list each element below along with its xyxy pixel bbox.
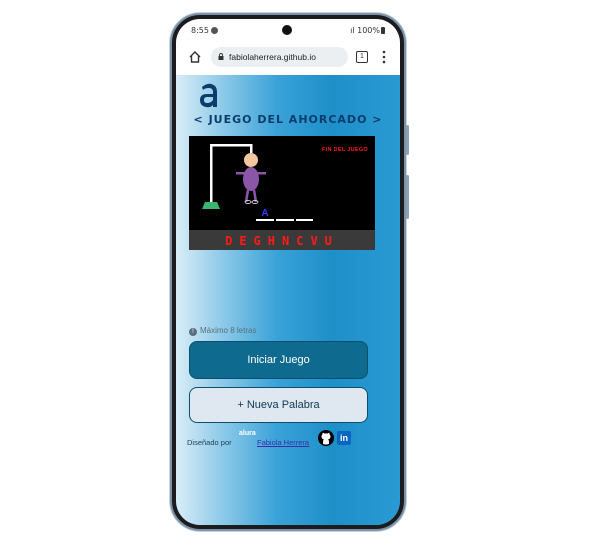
phone-screen: 8:55 ıl 100% fabiolaherrera.github.io 1 <box>176 19 400 525</box>
page-content: < JUEGO DEL AHORCADO > A FIN DEL JUEGO D… <box>176 75 400 525</box>
alura-logo <box>200 83 217 108</box>
notification-icon <box>210 27 218 34</box>
url-text: fabiolaherrera.github.io <box>229 52 316 62</box>
gallows-pole <box>210 144 213 202</box>
battery-icon <box>381 27 385 34</box>
phone-frame: 8:55 ıl 100% fabiolaherrera.github.io 1 <box>170 13 409 531</box>
battery-percent: 100% <box>357 26 380 35</box>
gallows-base <box>202 202 220 209</box>
status-right: ıl 100% <box>350 26 385 35</box>
start-game-button[interactable]: Iniciar Juego <box>189 341 368 379</box>
front-camera <box>282 25 292 35</box>
power-button <box>406 175 409 219</box>
wrong-letters: DEGHNCVU <box>225 234 339 248</box>
hangman-left-foot <box>244 200 252 204</box>
wrong-letters-bar: DEGHNCVU <box>189 230 375 250</box>
gallows-rope <box>250 144 253 153</box>
letter-slot <box>256 219 274 221</box>
status-bar: 8:55 ıl 100% <box>176 19 400 41</box>
github-icon[interactable] <box>318 430 334 446</box>
tab-switcher-button[interactable]: 1 <box>356 51 368 63</box>
revealed-letter: A <box>261 208 268 219</box>
new-word-button[interactable]: + Nueva Palabra <box>189 387 368 423</box>
lock-icon <box>218 53 224 60</box>
page-title: < JUEGO DEL AHORCADO > <box>193 113 383 126</box>
letter-slot <box>296 219 313 221</box>
gallows-beam <box>210 144 252 147</box>
volume-button <box>406 125 409 155</box>
author-link[interactable]: Fabiola Herrera <box>257 438 309 447</box>
max-letters-hint: ! Máximo 8 letras <box>189 326 256 336</box>
signal-icon: ıl <box>350 26 355 35</box>
hangman-body <box>243 167 259 191</box>
address-bar[interactable]: fabiolaherrera.github.io <box>211 47 348 67</box>
browser-toolbar: fabiolaherrera.github.io 1 <box>176 41 400 76</box>
game-over-text: FIN DEL JUEGO <box>322 147 368 153</box>
linkedin-icon[interactable]: in <box>337 431 351 445</box>
hangman-arms <box>236 172 266 175</box>
info-icon: ! <box>189 328 197 336</box>
overflow-menu-icon[interactable] <box>382 50 386 64</box>
letter-slot <box>276 219 294 221</box>
hint-text: Máximo 8 letras <box>200 326 257 335</box>
designed-by-text: Diseñado por <box>187 438 232 447</box>
game-canvas: A FIN DEL JUEGO DEGHNCVU <box>189 136 375 250</box>
status-time: 8:55 <box>191 26 218 35</box>
alura-logo-small: alura <box>239 430 256 437</box>
hangman-head <box>244 153 258 167</box>
home-icon[interactable] <box>188 50 202 64</box>
